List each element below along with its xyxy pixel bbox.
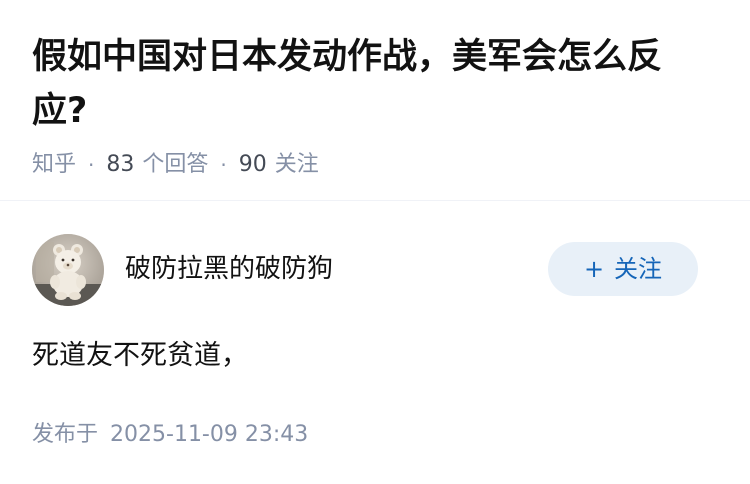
follow-button-label: 关注 [614, 255, 663, 283]
follower-count-label: 关注 [274, 152, 319, 177]
question-title[interactable]: 假如中国对日本发动作战，美军会怎么反应? [32, 30, 712, 138]
answer-content[interactable]: 死道友不死贫道， [32, 336, 248, 376]
publish-time: 2025-11-09 23:43 [110, 422, 309, 447]
meta-separator: · [220, 153, 227, 177]
answer-count-label: 个回答 [142, 152, 209, 177]
avatar-teddy-bear-image [32, 234, 104, 306]
source-label[interactable]: 知乎 [32, 150, 76, 180]
publish-label: 发布于 [32, 422, 99, 447]
meta-separator: · [88, 153, 95, 177]
author-name[interactable]: 破防拉黑的破防狗 [125, 252, 333, 286]
question-meta: 知乎 · 83 个回答 · 90 关注 [32, 150, 712, 180]
answer-count: 83 [106, 152, 135, 177]
plus-icon: + [583, 255, 605, 283]
answer-author-row: 破防拉黑的破防狗 + 关注 [32, 234, 698, 306]
publish-info: 发布于 2025-11-09 23:43 [32, 420, 308, 450]
avatar[interactable] [32, 234, 104, 306]
follower-count: 90 [238, 152, 267, 177]
follow-button[interactable]: + 关注 [548, 242, 698, 296]
follower-count-link[interactable]: 90 关注 [239, 150, 319, 180]
answer-count-link[interactable]: 83 个回答 [106, 150, 208, 180]
section-divider [0, 200, 750, 201]
question-header: 假如中国对日本发动作战，美军会怎么反应? 知乎 · 83 个回答 · 90 关注 [32, 30, 712, 180]
